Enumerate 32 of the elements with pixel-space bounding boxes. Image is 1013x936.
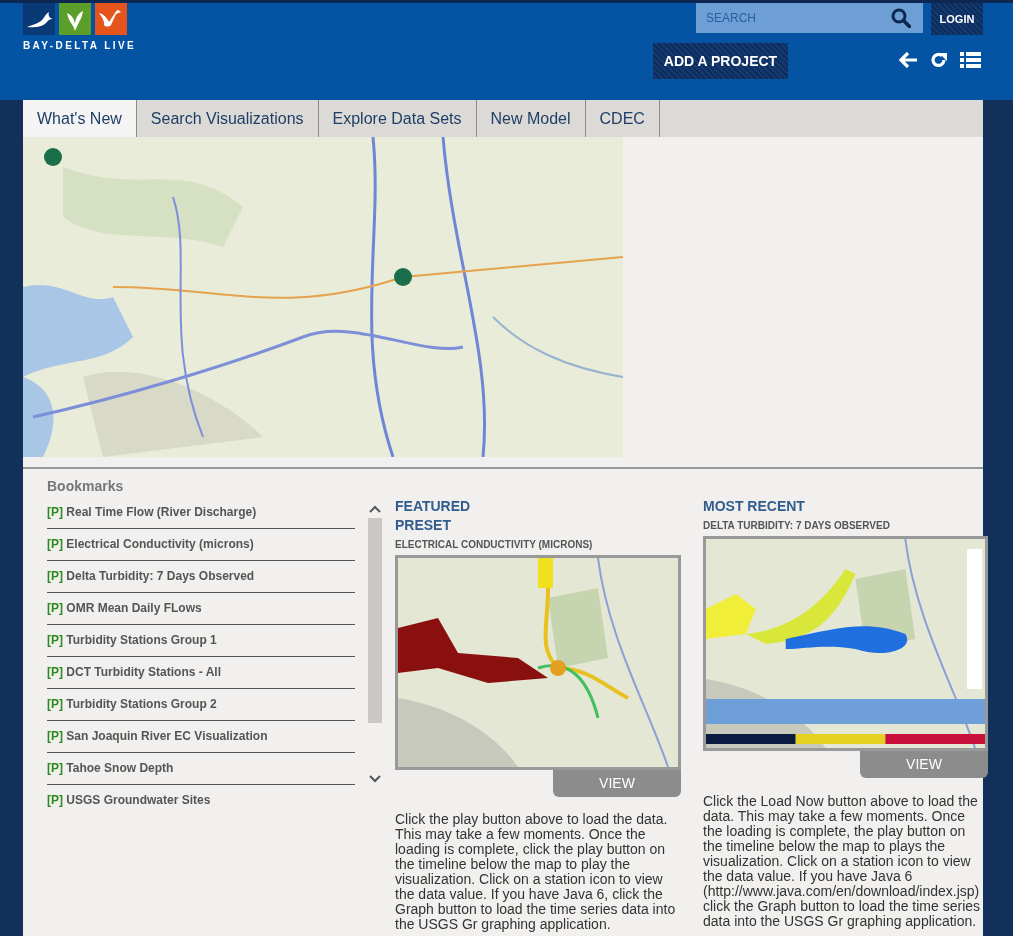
- login-button[interactable]: LOGIN: [931, 3, 983, 35]
- bookmark-link[interactable]: [P] San Joaquin River EC Visualization: [47, 721, 355, 753]
- list-icon[interactable]: [960, 51, 981, 69]
- bookmarks-title: Bookmarks: [47, 477, 125, 496]
- back-arrow-icon[interactable]: [898, 51, 918, 69]
- bookmark-link[interactable]: [P] Delta Turbidity: 7 Days Observed: [47, 561, 355, 593]
- bookmark-link[interactable]: [P] Turbidity Stations Group 2: [47, 689, 355, 721]
- view-button[interactable]: VIEW: [553, 770, 681, 797]
- bookmark-link[interactable]: [P] Turbidity Stations Group 1: [47, 625, 355, 657]
- panel-subtitle: ELECTRICAL CONDUCTIVITY (MICRONS): [395, 538, 594, 552]
- panel-heading: FEATURED PRESET: [395, 497, 472, 535]
- search-icon[interactable]: [891, 8, 911, 28]
- scroll-down-icon[interactable]: [369, 775, 381, 783]
- add-project-button[interactable]: ADD A PROJECT: [653, 43, 788, 79]
- tab[interactable]: What's New: [23, 100, 137, 137]
- whale-icon: [23, 3, 55, 35]
- panel-heading: MOST RECENT: [703, 497, 806, 516]
- bookmark-link[interactable]: [P] OMR Mean Daily FLows: [47, 593, 355, 625]
- description-text: Click the play button above to load the data. This may take a few moments. Once the loading is complete, click the play button on the timeline below the map to play the visualization. Click on a station icon to view the data value. If you have Java 6, click the Graph button to load the time series data into the USGS Gr graphing application.: [395, 812, 677, 932]
- bookmark-link[interactable]: [P] Real Time Flow (River Discharge): [47, 497, 355, 529]
- bookmark-link[interactable]: [P] DCT Turbidity Stations - All: [47, 657, 355, 689]
- bookmark-link[interactable]: [P] USGS Groundwater Sites: [47, 785, 355, 816]
- description-text: Click the Load Now button above to load the data. This may take a few moments. Once the loading is complete, the play button on the timeline below the map to plays the visualization. Click on a station icon to view the data value. If you have Java 6 (http://www.java.com/en/download/index.jsp) click the Graph button to load the time series data into the USGS Gr graphing application.: [703, 794, 982, 929]
- view-button[interactable]: VIEW: [860, 751, 988, 778]
- logo-text: BAY-DELTA LIVE: [23, 39, 137, 53]
- scroll-up-icon[interactable]: [369, 505, 381, 513]
- bookmark-link[interactable]: [P] Electrical Conductivity (microns): [47, 529, 355, 561]
- refresh-icon[interactable]: [930, 51, 948, 69]
- panel-subtitle: DELTA TURBIDITY: 7 DAYS OBSERVED: [703, 519, 891, 533]
- search-field[interactable]: SEARCH: [696, 3, 923, 33]
- leaf-icon: [59, 3, 91, 35]
- bookmark-link[interactable]: [P] Tahoe Snow Depth: [47, 753, 355, 785]
